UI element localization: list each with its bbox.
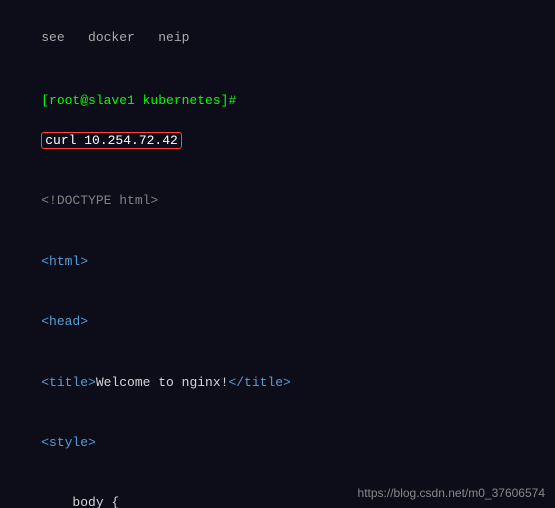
line-html-open: <html> (10, 232, 545, 292)
line-title: <title>Welcome to nginx!</title> (10, 352, 545, 412)
line-style-open: <style> (10, 413, 545, 473)
watermark: https://blog.csdn.net/m0_37606574 (358, 486, 545, 500)
command-text (41, 113, 49, 128)
terminal-window: see docker neip [root@slave1 kubernetes]… (0, 0, 555, 508)
top-bar-text: see docker neip (41, 30, 189, 45)
line-head-open: <head> (10, 292, 545, 352)
command-line: [root@slave1 kubernetes]# curl 10.254.72… (10, 70, 545, 171)
curl-command: curl 10.254.72.42 (41, 132, 182, 149)
top-bar-line: see docker neip (10, 8, 545, 68)
prompt: [root@slave1 kubernetes]# (41, 93, 236, 108)
line-doctype: <!DOCTYPE html> (10, 171, 545, 231)
